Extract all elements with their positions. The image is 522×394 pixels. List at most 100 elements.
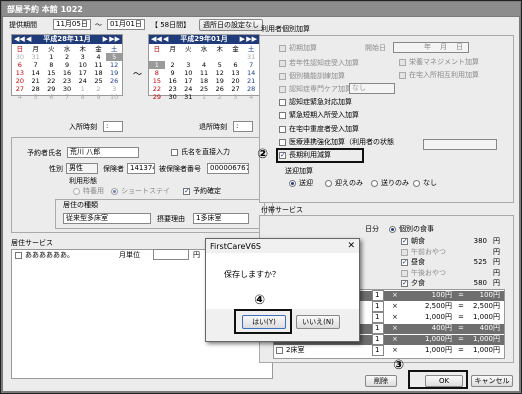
calendar-day[interactable]: 5	[106, 53, 123, 61]
calendar-day[interactable]: 1	[196, 93, 212, 101]
cancel-button[interactable]: キャンセル	[471, 375, 513, 387]
next-year-icon[interactable]: ▶▶	[246, 35, 257, 44]
calendar-day[interactable]: 1	[75, 85, 91, 93]
period-from-field[interactable]: 11月05日	[53, 19, 91, 30]
direct-name-checkbox[interactable]	[171, 149, 178, 156]
calendar-day[interactable]: 8	[149, 69, 165, 77]
kaishi-date-field[interactable]: 年 月 日	[393, 42, 469, 53]
calendar-day[interactable]	[165, 53, 181, 61]
hoken-field[interactable]: 141374	[127, 163, 155, 174]
calendar-day[interactable]: 30	[59, 85, 75, 93]
calendar-day[interactable]: 29	[43, 85, 59, 93]
calendar-day[interactable]: 2	[212, 93, 228, 101]
calendar-day[interactable]: 9	[59, 61, 75, 69]
meal-checkbox[interactable]	[401, 237, 408, 245]
futai-row-qty[interactable]: 1	[372, 301, 384, 312]
calendar-day[interactable]: 22	[43, 77, 59, 85]
calendar-day[interactable]: 2	[91, 85, 107, 93]
futai-row[interactable]: 2床室 1 × 1,000円 = 1,000円	[274, 345, 504, 356]
calendar-day[interactable]: 6	[43, 93, 59, 101]
calendar-day[interactable]: 3	[180, 61, 196, 69]
meal-checkbox[interactable]	[401, 279, 408, 287]
next-month-icon[interactable]: ▶	[240, 35, 245, 44]
calendar-day[interactable]: 22	[149, 85, 165, 93]
next-year-icon[interactable]: ▶▶	[109, 35, 120, 44]
calendar-day[interactable]: 7	[243, 61, 259, 69]
calendar-day[interactable]: 7	[28, 61, 44, 69]
futai-row-checkbox[interactable]	[276, 347, 283, 354]
ryoritsu-select[interactable]: 1多床室	[193, 213, 249, 224]
calendar-day[interactable]: 16	[59, 69, 75, 77]
calendar-day[interactable]: 19	[212, 77, 228, 85]
calendar-day[interactable]: 26	[212, 85, 228, 93]
prev-year-icon[interactable]: ◀◀	[14, 35, 25, 44]
calendar-day[interactable]: 5	[212, 61, 228, 69]
calendar-left-grid[interactable]: 日月火水木金土 30 31 1 2 3 4 5 6 7 8 9 10 11 12 13 14 15 16 17 18 19…	[12, 45, 123, 101]
calendar-day[interactable]: 11	[91, 61, 107, 69]
tokuyo-radio[interactable]	[73, 188, 80, 195]
calendar-day[interactable]: 31	[28, 53, 44, 61]
calendar-day[interactable]: 25	[91, 77, 107, 85]
calendar-day[interactable]: 13	[12, 69, 28, 77]
eiyo-checkbox[interactable]	[399, 59, 406, 66]
calendar-day[interactable]: 3	[75, 53, 91, 61]
calendar-day[interactable]: 21	[28, 77, 44, 85]
calendar-day[interactable]: 3	[106, 85, 122, 93]
weekday-setting-button[interactable]: 週所日の設定なし	[199, 19, 263, 31]
kasan-checkbox[interactable]	[279, 99, 286, 106]
calendar-day[interactable]: 2	[165, 61, 181, 69]
calendar-day[interactable]: 17	[180, 77, 196, 85]
calendar-day[interactable]	[149, 53, 165, 61]
ninchi-senmon-select[interactable]: なし	[349, 83, 395, 94]
sogei-radio-0[interactable]	[289, 180, 296, 187]
no-button[interactable]: いいえ(N)	[296, 315, 340, 329]
calendar-day[interactable]: 4	[91, 53, 107, 61]
shoki-checkbox[interactable]	[279, 45, 286, 52]
calendar-day[interactable]: 23	[59, 77, 75, 85]
calendar-day[interactable]: 9	[165, 69, 181, 77]
futai-row-qty[interactable]: 1	[372, 290, 384, 301]
meal-checkbox[interactable]	[401, 269, 408, 277]
user-name-field[interactable]: 荒川 八郎	[67, 147, 139, 158]
futai-row-qty[interactable]: 1	[372, 334, 384, 345]
calendar-day[interactable]: 14	[243, 69, 259, 77]
calendar-day[interactable]: 31	[243, 53, 259, 61]
taisho-time-field[interactable]: :	[233, 121, 253, 132]
calendar-day[interactable]: 1	[43, 53, 59, 61]
calendar-day[interactable]: 14	[28, 69, 44, 77]
period-to-field[interactable]: 01月01日	[107, 19, 145, 30]
prev-year-icon[interactable]: ◀◀	[151, 35, 162, 44]
calendar-day[interactable]: 2	[59, 53, 75, 61]
kasan-checkbox[interactable]	[279, 60, 286, 67]
calendar-day[interactable]: 12	[106, 61, 122, 69]
sogei-radio-3[interactable]	[413, 180, 420, 187]
calendar-right-grid[interactable]: 日月火水木金土 31 1 2 3 4 5 6 7 8 9 10 11 12 13 14 15 16 17 18 19 20…	[149, 45, 259, 101]
calendar-day[interactable]: 18	[196, 77, 212, 85]
futai-row-qty[interactable]: 1	[372, 323, 384, 334]
iryo-renkei-select[interactable]	[423, 139, 497, 150]
calendar-day[interactable]: 30	[165, 93, 181, 101]
calendar-day[interactable]: 9	[91, 93, 107, 101]
meal-checkbox[interactable]	[401, 248, 408, 256]
sogei-radio-2[interactable]	[371, 180, 378, 187]
calendar-day[interactable]: 8	[75, 93, 91, 101]
calendar-day[interactable]: 4	[243, 93, 259, 101]
futai-row-qty[interactable]: 1	[372, 345, 384, 356]
calendar-day[interactable]: 20	[12, 77, 28, 85]
calendar-day[interactable]: 4	[196, 61, 212, 69]
calendar-day[interactable]: 18	[91, 69, 107, 77]
calendar-day[interactable]: 23	[165, 85, 181, 93]
nyusho-time-field[interactable]: :	[103, 121, 123, 132]
calendar-day[interactable]: 17	[75, 69, 91, 77]
futai-row-qty[interactable]: 1	[372, 312, 384, 323]
kobetsu-radio[interactable]	[389, 226, 396, 233]
calendar-day[interactable]: 27	[12, 85, 28, 93]
dialog-close-icon[interactable]: ✕	[347, 241, 355, 251]
prev-month-icon[interactable]: ◀	[163, 35, 168, 44]
kasan-checkbox[interactable]	[279, 73, 286, 80]
calendar-day[interactable]: 3	[228, 93, 244, 101]
meal-checkbox[interactable]	[401, 258, 408, 266]
calendar-day[interactable]: 13	[228, 69, 244, 77]
sogei-radio-1[interactable]	[325, 180, 332, 187]
sex-select[interactable]: 男性	[66, 163, 98, 174]
